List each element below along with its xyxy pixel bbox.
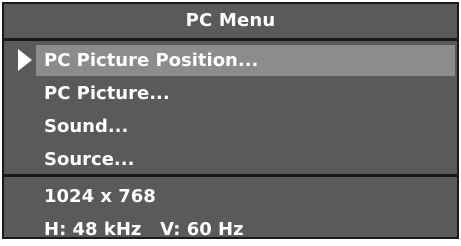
menu-item-sound[interactable]: Sound... xyxy=(4,110,457,143)
frequency-readout: H: 48 kHz V: 60 Hz xyxy=(44,219,244,240)
resolution-readout: 1024 x 768 xyxy=(44,186,156,207)
menu-item-label: PC Picture... xyxy=(44,83,170,104)
triangle-pointer-icon xyxy=(18,49,32,71)
menu-item-pc-picture[interactable]: PC Picture... xyxy=(4,77,457,110)
menu-item-label: Sound... xyxy=(44,116,129,137)
menu-item-pc-picture-position[interactable]: PC Picture Position... xyxy=(4,44,457,77)
menu-item-label: Source... xyxy=(44,149,135,170)
menu-item-source[interactable]: Source... xyxy=(4,143,457,176)
menu-item-label: PC Picture Position... xyxy=(44,50,259,71)
menu-list: PC Picture Position... PC Picture... Sou… xyxy=(4,44,457,176)
pc-menu-panel: PC Menu PC Picture Position... PC Pictur… xyxy=(2,2,459,240)
info-divider xyxy=(4,174,457,177)
menu-title: PC Menu xyxy=(185,10,276,31)
title-divider xyxy=(4,38,457,41)
